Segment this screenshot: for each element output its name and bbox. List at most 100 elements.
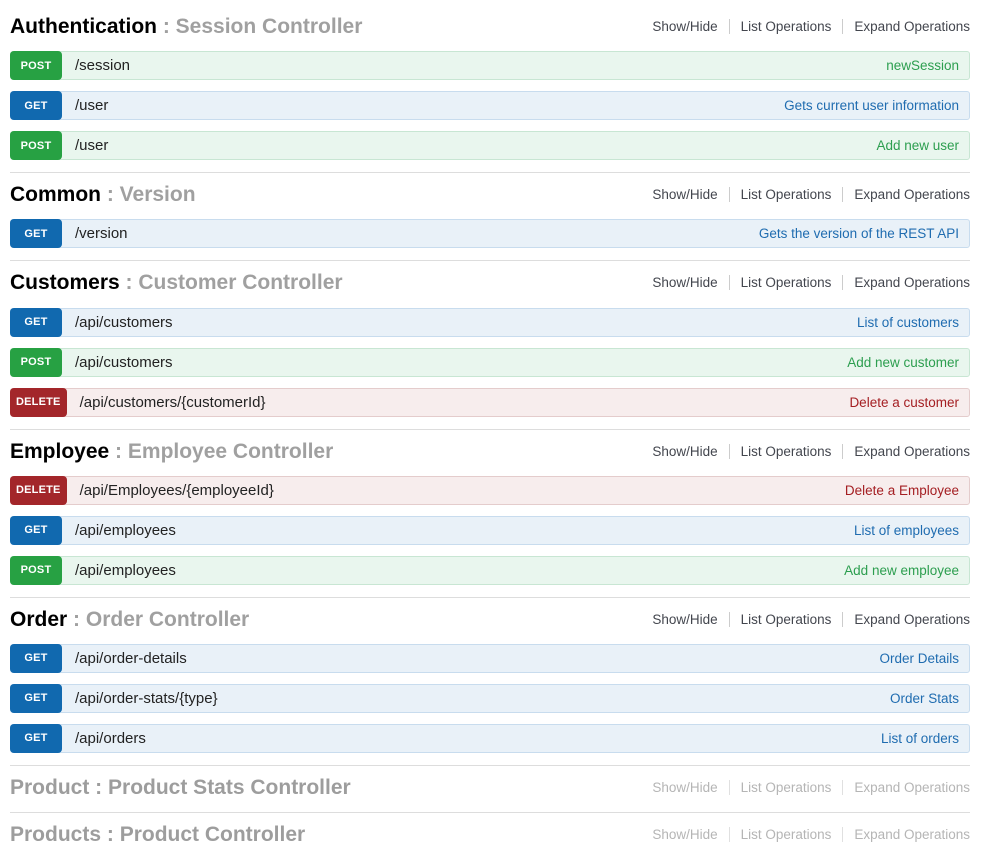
section-header: ProductsProduct Controller Show/Hide Lis…: [10, 822, 970, 847]
operation-path-link[interactable]: /api/customers: [75, 314, 173, 331]
operation-summary-link[interactable]: Gets the version of the REST API: [759, 226, 959, 241]
operation-summary-link[interactable]: List of employees: [854, 523, 959, 538]
section-controls: Show/Hide List Operations Expand Operati…: [652, 827, 970, 842]
operation-row[interactable]: GET /user Gets current user information: [10, 91, 970, 120]
http-method-badge: DELETE: [10, 476, 67, 505]
operations-list: GET /api/customers List of customers POS…: [10, 308, 970, 417]
list-operations-link[interactable]: List Operations: [741, 19, 832, 34]
section-header: ProductProduct Stats Controller Show/Hid…: [10, 775, 970, 800]
operation-summary-link[interactable]: Delete a Employee: [845, 483, 959, 498]
expand-operations-link[interactable]: Expand Operations: [854, 275, 970, 290]
expand-operations-link[interactable]: Expand Operations: [854, 612, 970, 627]
operation-path-link[interactable]: /api/order-details: [75, 650, 187, 667]
operation-row[interactable]: POST /user Add new user: [10, 131, 970, 160]
http-method-badge: POST: [10, 348, 62, 377]
operation-summary-link[interactable]: List of customers: [857, 315, 959, 330]
operation-row[interactable]: GET /api/order-stats/{type} Order Stats: [10, 684, 970, 713]
section-subtitle: Product Stats Controller: [89, 776, 350, 799]
show-hide-link[interactable]: Show/Hide: [652, 612, 717, 627]
section-title-link[interactable]: Customers: [10, 271, 120, 294]
operation-row[interactable]: GET /api/orders List of orders: [10, 724, 970, 753]
operation-summary-link[interactable]: Add new employee: [844, 563, 959, 578]
expand-operations-link[interactable]: Expand Operations: [854, 827, 970, 842]
section-heading: CustomersCustomer Controller: [10, 270, 343, 295]
section-controls: Show/Hide List Operations Expand Operati…: [652, 275, 970, 290]
operation-summary-link[interactable]: Delete a customer: [849, 395, 959, 410]
section-title-link[interactable]: Order: [10, 608, 67, 631]
operation-path-link[interactable]: /api/orders: [75, 730, 146, 747]
operation-path-link[interactable]: /api/customers: [75, 354, 173, 371]
list-operations-link[interactable]: List Operations: [741, 187, 832, 202]
divider: [842, 275, 843, 290]
section-controls: Show/Hide List Operations Expand Operati…: [652, 780, 970, 795]
operation-row[interactable]: POST /api/employees Add new employee: [10, 556, 970, 585]
operation-path-link[interactable]: /user: [75, 97, 108, 114]
operation-row[interactable]: GET /version Gets the version of the RES…: [10, 219, 970, 248]
http-method-badge: GET: [10, 516, 62, 545]
http-method-badge: GET: [10, 724, 62, 753]
expand-operations-link[interactable]: Expand Operations: [854, 444, 970, 459]
operation-row[interactable]: GET /api/customers List of customers: [10, 308, 970, 337]
expand-operations-link[interactable]: Expand Operations: [854, 187, 970, 202]
operation-path-link[interactable]: /user: [75, 137, 108, 154]
operation-path-link[interactable]: /session: [75, 57, 130, 74]
http-method-badge: GET: [10, 91, 62, 120]
operation-summary-link[interactable]: Add new user: [876, 138, 959, 153]
operation-summary-link[interactable]: Add new customer: [847, 355, 959, 370]
show-hide-link[interactable]: Show/Hide: [652, 444, 717, 459]
show-hide-link[interactable]: Show/Hide: [652, 780, 717, 795]
operation-summary-link[interactable]: List of orders: [881, 731, 959, 746]
section-heading: OrderOrder Controller: [10, 607, 249, 632]
api-section: ProductProduct Stats Controller Show/Hid…: [10, 765, 970, 800]
show-hide-link[interactable]: Show/Hide: [652, 275, 717, 290]
operation-row[interactable]: DELETE /api/Employees/{employeeId} Delet…: [10, 476, 970, 505]
section-title-link[interactable]: Product: [10, 776, 89, 799]
section-controls: Show/Hide List Operations Expand Operati…: [652, 444, 970, 459]
show-hide-link[interactable]: Show/Hide: [652, 19, 717, 34]
divider: [729, 275, 730, 290]
operation-row[interactable]: POST /session newSession: [10, 51, 970, 80]
section-controls: Show/Hide List Operations Expand Operati…: [652, 19, 970, 34]
section-controls: Show/Hide List Operations Expand Operati…: [652, 187, 970, 202]
operation-summary-link[interactable]: Order Details: [879, 651, 959, 666]
list-operations-link[interactable]: List Operations: [741, 275, 832, 290]
section-title-link[interactable]: Authentication: [10, 15, 157, 38]
divider: [729, 780, 730, 795]
operation-row[interactable]: POST /api/customers Add new customer: [10, 348, 970, 377]
operations-list: POST /session newSession GET /user Gets …: [10, 51, 970, 160]
section-heading: CommonVersion: [10, 182, 196, 207]
section-title-link[interactable]: Employee: [10, 440, 109, 463]
operation-row[interactable]: GET /api/employees List of employees: [10, 516, 970, 545]
http-method-badge: POST: [10, 51, 62, 80]
section-header: AuthenticationSession Controller Show/Hi…: [10, 14, 970, 39]
operation-path-link[interactable]: /api/employees: [75, 562, 176, 579]
operation-summary-link[interactable]: newSession: [886, 58, 959, 73]
operations-list: DELETE /api/Employees/{employeeId} Delet…: [10, 476, 970, 585]
operation-row[interactable]: DELETE /api/customers/{customerId} Delet…: [10, 388, 970, 417]
section-subtitle: Customer Controller: [120, 271, 343, 294]
list-operations-link[interactable]: List Operations: [741, 612, 832, 627]
operation-summary-link[interactable]: Order Stats: [890, 691, 959, 706]
section-heading: EmployeeEmployee Controller: [10, 439, 333, 464]
http-method-badge: GET: [10, 684, 62, 713]
list-operations-link[interactable]: List Operations: [741, 780, 832, 795]
section-title-link[interactable]: Products: [10, 823, 101, 846]
operation-path-link[interactable]: /api/employees: [75, 522, 176, 539]
http-method-badge: POST: [10, 556, 62, 585]
operations-list: GET /api/order-details Order Details GET…: [10, 644, 970, 753]
operation-row[interactable]: GET /api/order-details Order Details: [10, 644, 970, 673]
api-section: CommonVersion Show/Hide List Operations …: [10, 172, 970, 248]
operation-summary-link[interactable]: Gets current user information: [784, 98, 959, 113]
http-method-badge: GET: [10, 219, 62, 248]
expand-operations-link[interactable]: Expand Operations: [854, 19, 970, 34]
operation-path-link[interactable]: /version: [75, 225, 128, 242]
operation-path-link[interactable]: /api/customers/{customerId}: [80, 394, 266, 411]
show-hide-link[interactable]: Show/Hide: [652, 827, 717, 842]
expand-operations-link[interactable]: Expand Operations: [854, 780, 970, 795]
list-operations-link[interactable]: List Operations: [741, 444, 832, 459]
show-hide-link[interactable]: Show/Hide: [652, 187, 717, 202]
list-operations-link[interactable]: List Operations: [741, 827, 832, 842]
section-title-link[interactable]: Common: [10, 183, 101, 206]
operation-path-link[interactable]: /api/Employees/{employeeId}: [80, 482, 274, 499]
operation-path-link[interactable]: /api/order-stats/{type}: [75, 690, 218, 707]
